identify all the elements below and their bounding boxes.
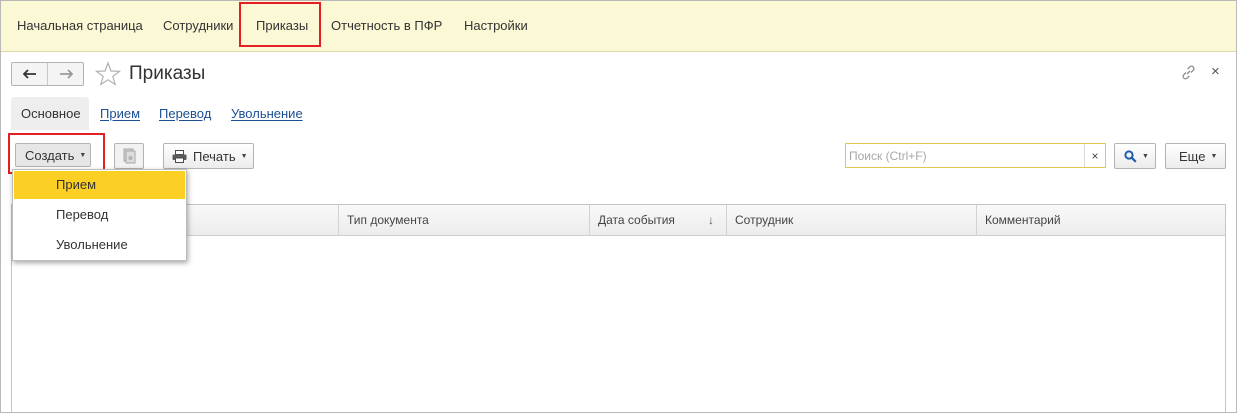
- table-header: Номер Тип документа Дата события ↓ Сотру…: [12, 205, 1225, 236]
- printer-icon: [172, 149, 187, 163]
- nav-item-settings[interactable]: Настройки: [464, 18, 528, 33]
- arrow-right-icon: [59, 69, 73, 79]
- tab-main[interactable]: Основное: [21, 106, 81, 121]
- nav-orders-highlight-frame: [239, 2, 321, 47]
- column-header-event-date[interactable]: Дата события ↓: [590, 205, 727, 235]
- sections-panel: Начальная страница Сотрудники Приказы От…: [1, 1, 1236, 52]
- more-button-label: Еще: [1179, 148, 1206, 164]
- search-button[interactable]: ▼: [1114, 143, 1156, 169]
- link-button[interactable]: [1180, 64, 1197, 84]
- star-icon: [94, 61, 122, 86]
- arrow-left-icon: [22, 69, 36, 79]
- forward-button[interactable]: [47, 63, 83, 85]
- back-button[interactable]: [12, 63, 47, 85]
- chevron-down-icon: ▼: [1210, 152, 1218, 160]
- copy-document-icon: [123, 148, 136, 164]
- nav-item-pfr-reports[interactable]: Отчетность в ПФР: [331, 18, 442, 33]
- nav-item-home[interactable]: Начальная страница: [17, 18, 143, 33]
- clear-search-button[interactable]: ×: [1084, 144, 1105, 167]
- menu-item-hiring[interactable]: Прием: [14, 171, 185, 199]
- create-highlight-frame: [8, 133, 105, 174]
- nav-item-employees[interactable]: Сотрудники: [163, 18, 233, 33]
- more-button[interactable]: Еще ▼: [1165, 143, 1226, 169]
- column-header-comment[interactable]: Комментарий: [977, 205, 1225, 235]
- tab-dismissal[interactable]: Увольнение: [231, 106, 303, 121]
- print-button[interactable]: Печать ▼: [163, 143, 254, 169]
- chevron-down-icon: ▼: [240, 152, 248, 160]
- tab-transfer[interactable]: Перевод: [159, 106, 211, 121]
- search-icon: [1124, 149, 1137, 163]
- create-dropdown-menu: Прием Перевод Увольнение: [12, 169, 187, 261]
- close-icon[interactable]: ×: [1211, 64, 1220, 80]
- orders-table: Номер Тип документа Дата события ↓ Сотру…: [11, 204, 1226, 412]
- link-icon: [1182, 65, 1195, 80]
- print-button-label: Печать: [193, 148, 236, 164]
- page-title: Приказы: [129, 63, 206, 84]
- tab-hiring[interactable]: Прием: [100, 106, 140, 121]
- sort-descending-icon: ↓: [708, 213, 714, 227]
- search-field: ×: [845, 143, 1106, 168]
- menu-item-dismissal[interactable]: Увольнение: [14, 231, 185, 259]
- history-navigation: [11, 62, 84, 86]
- menu-item-transfer[interactable]: Перевод: [14, 201, 185, 229]
- copy-button[interactable]: [114, 143, 144, 169]
- favorite-button[interactable]: [94, 61, 122, 89]
- column-header-document-type[interactable]: Тип документа: [339, 205, 590, 235]
- chevron-down-icon: ▼: [1142, 152, 1149, 160]
- column-header-event-date-label: Дата события: [598, 213, 675, 227]
- column-header-employee[interactable]: Сотрудник: [727, 205, 977, 235]
- search-input[interactable]: [846, 144, 1084, 167]
